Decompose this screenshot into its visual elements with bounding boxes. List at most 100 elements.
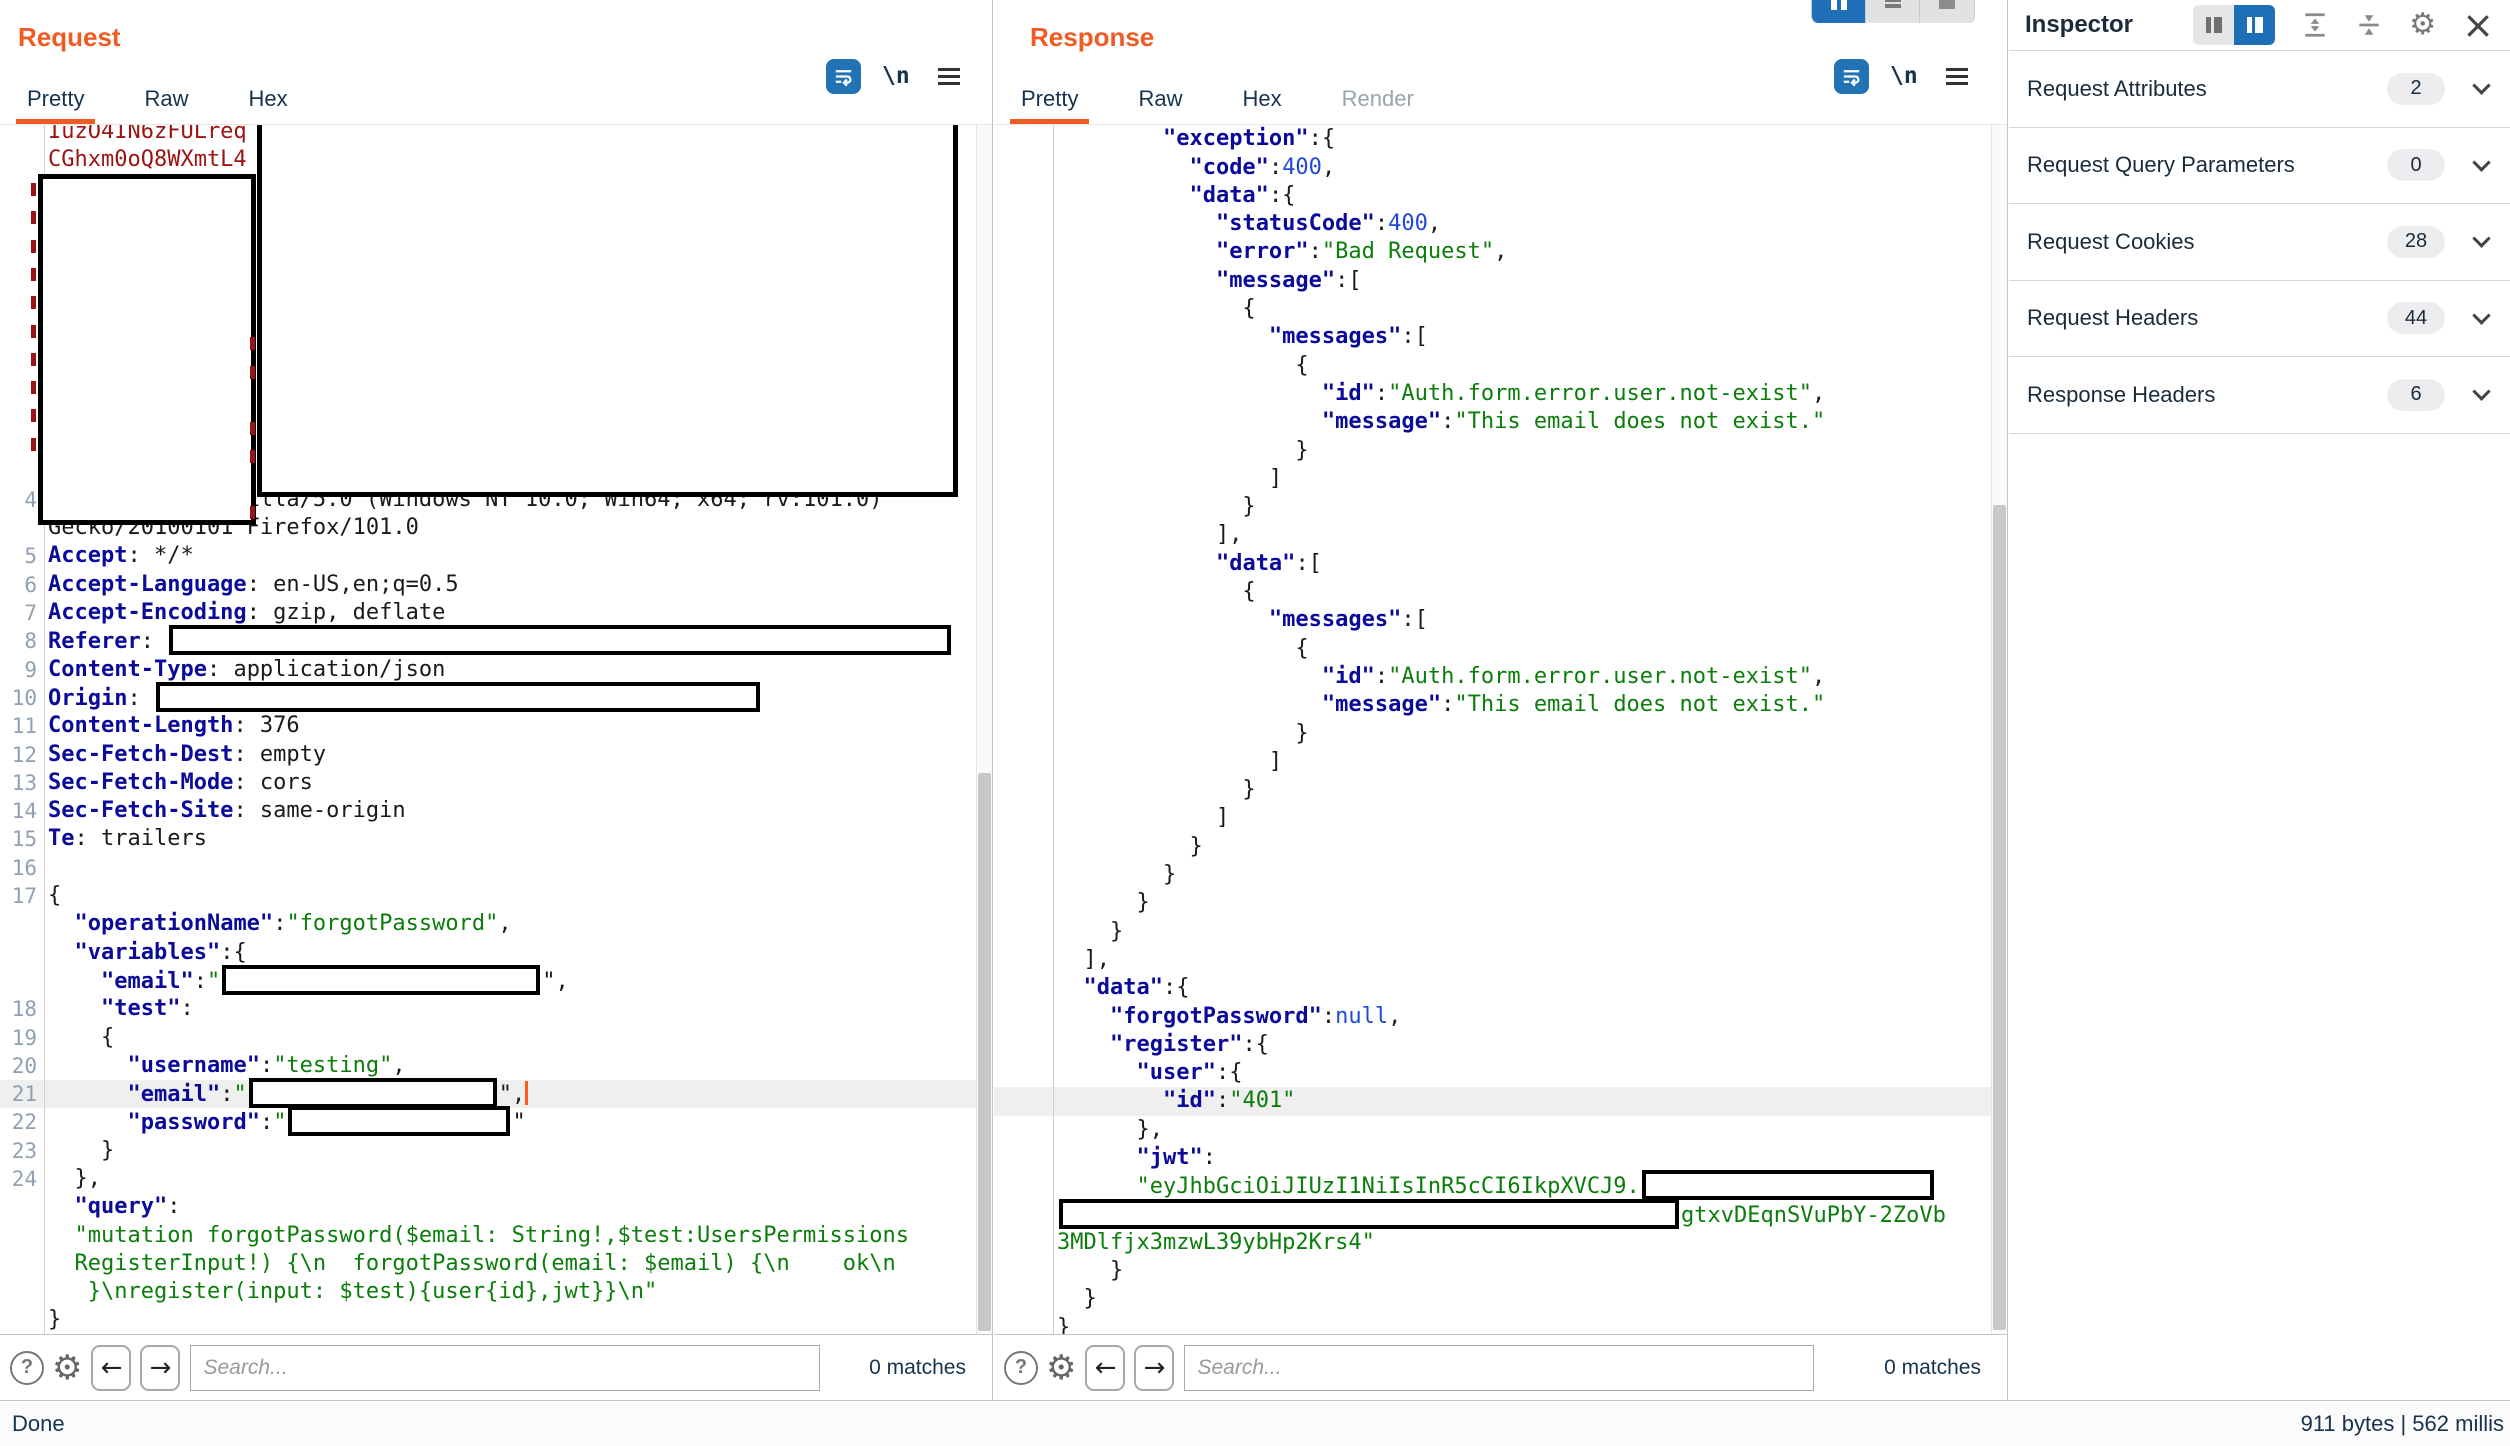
line-number: 9 xyxy=(0,656,44,684)
tab-raw[interactable]: Raw xyxy=(1127,86,1193,124)
response-viewer[interactable]: "code":"INTERNAL_SERVER_ERROR", "excepti… xyxy=(994,125,2007,1334)
code-line: "variables":{ xyxy=(0,939,976,967)
code-line: ], xyxy=(994,521,1991,549)
collapse-all-icon[interactable] xyxy=(2355,11,2383,39)
code-line: "message":"This email does not exist." xyxy=(994,691,1991,719)
line-number xyxy=(994,210,1053,238)
code-line: } xyxy=(0,1306,976,1334)
search-settings-gear-icon[interactable]: ⚙ xyxy=(1046,1351,1076,1385)
request-editor[interactable]: IuzO4IN6zFULreqCGhxm0oQ8WXmtL44User-Agen… xyxy=(0,125,992,1334)
line-number xyxy=(994,720,1053,748)
code-line: 12Sec-Fetch-Dest: empty xyxy=(0,741,976,769)
chevron-down-icon[interactable] xyxy=(2472,77,2490,95)
search-settings-gear-icon[interactable]: ⚙ xyxy=(52,1351,82,1385)
panel-menu-icon[interactable] xyxy=(1946,68,1968,85)
search-prev-button[interactable]: ← xyxy=(1085,1345,1125,1391)
line-number: 11 xyxy=(0,712,44,740)
response-search-bar: ? ⚙ ← → 0 matches xyxy=(994,1334,2007,1400)
tab-pretty[interactable]: Pretty xyxy=(1010,86,1089,124)
request-scrollbar-thumb[interactable] xyxy=(978,773,991,1331)
chevron-down-icon[interactable] xyxy=(2472,383,2490,401)
inspector-section-label: Request Headers xyxy=(2027,305,2387,331)
line-number xyxy=(994,946,1053,974)
inspector-section-label: Request Query Parameters xyxy=(2027,152,2387,178)
response-panel: Response PrettyRawHexRender \n "code":"I… xyxy=(994,0,2008,1400)
status-text: Done xyxy=(12,1411,65,1437)
line-number xyxy=(994,1059,1053,1087)
redaction-artifact xyxy=(31,296,36,309)
code-line: "messages":[ xyxy=(994,323,1991,351)
count-badge: 6 xyxy=(2387,379,2445,411)
line-number xyxy=(994,125,1053,153)
inspector-section-request-headers[interactable]: Request Headers44 xyxy=(2009,281,2510,358)
request-scrollbar[interactable] xyxy=(976,125,992,1334)
tab-hex[interactable]: Hex xyxy=(1231,86,1292,124)
redaction-artifact xyxy=(250,337,255,350)
layout-columns-button[interactable] xyxy=(1812,0,1866,23)
request-view-options: \n xyxy=(826,56,960,96)
layout-rows-button[interactable] xyxy=(1866,0,1920,23)
search-prev-button[interactable]: ← xyxy=(91,1345,131,1391)
expand-all-icon[interactable] xyxy=(2301,11,2329,39)
count-badge: 28 xyxy=(2387,226,2445,258)
inspector-section-label: Response Headers xyxy=(2027,382,2387,408)
inspector-section-response-headers[interactable]: Response Headers6 xyxy=(2009,357,2510,434)
code-line: "message":[ xyxy=(994,267,1991,295)
tab-raw[interactable]: Raw xyxy=(133,86,199,124)
inspector-section-request-query-parameters[interactable]: Request Query Parameters0 xyxy=(2009,128,2510,205)
show-newlines-toggle[interactable]: \n xyxy=(882,63,910,89)
code-line: }, xyxy=(994,1116,1991,1144)
word-wrap-toggle-icon[interactable] xyxy=(826,59,861,94)
chevron-down-icon[interactable] xyxy=(2472,153,2490,171)
redaction-artifact xyxy=(31,240,36,253)
code-line: } xyxy=(994,720,1991,748)
search-next-button[interactable]: → xyxy=(140,1345,180,1391)
code-line: "register":{ xyxy=(994,1031,1991,1059)
response-scrollbar[interactable] xyxy=(1991,125,2007,1334)
inspector-dock-left-button[interactable] xyxy=(2193,5,2234,45)
inspector-section-request-attributes[interactable]: Request Attributes2 xyxy=(2009,51,2510,128)
tab-pretty[interactable]: Pretty xyxy=(16,86,95,124)
line-number xyxy=(994,1087,1053,1115)
panel-menu-icon[interactable] xyxy=(938,68,960,85)
line-number: 10 xyxy=(0,684,44,712)
help-icon[interactable]: ? xyxy=(10,1351,44,1385)
code-line: ] xyxy=(994,804,1991,832)
tab-render[interactable]: Render xyxy=(1331,86,1425,124)
code-line: 8Referer: xyxy=(0,627,976,655)
redaction-box xyxy=(1642,1170,1934,1200)
line-number xyxy=(994,1144,1053,1172)
redaction-artifact xyxy=(250,366,255,379)
line-number xyxy=(994,804,1053,832)
redaction-box xyxy=(169,625,951,655)
search-next-button[interactable]: → xyxy=(1134,1345,1174,1391)
code-line: 6Accept-Language: en-US,en;q=0.5 xyxy=(0,571,976,599)
response-search-input[interactable] xyxy=(1184,1345,1814,1391)
code-line: 17{ xyxy=(0,882,976,910)
line-number xyxy=(994,267,1053,295)
tab-hex[interactable]: Hex xyxy=(237,86,298,124)
code-line: "messages":[ xyxy=(994,606,1991,634)
show-newlines-toggle[interactable]: \n xyxy=(1890,63,1918,89)
line-number xyxy=(994,889,1053,917)
word-wrap-toggle-icon[interactable] xyxy=(1834,59,1869,94)
inspector-section-request-cookies[interactable]: Request Cookies28 xyxy=(2009,204,2510,281)
line-number xyxy=(994,833,1053,861)
layout-single-button[interactable] xyxy=(1920,0,1974,23)
request-panel-title: Request xyxy=(18,22,121,53)
code-line: 15Te: trailers xyxy=(0,825,976,853)
code-line: 11Content-Length: 376 xyxy=(0,712,976,740)
request-search-input[interactable] xyxy=(190,1345,820,1391)
line-number: 20 xyxy=(0,1052,44,1080)
code-line: 19 { xyxy=(0,1024,976,1052)
response-search-matches: 0 matches xyxy=(1884,1356,1981,1380)
response-scrollbar-thumb[interactable] xyxy=(1993,505,2006,1330)
chevron-down-icon[interactable] xyxy=(2472,230,2490,248)
help-icon[interactable]: ? xyxy=(1004,1351,1038,1385)
line-number xyxy=(0,1306,44,1334)
inspector-close-icon[interactable]: × xyxy=(2462,6,2494,44)
count-badge: 2 xyxy=(2387,73,2445,105)
chevron-down-icon[interactable] xyxy=(2472,306,2490,324)
inspector-dock-right-button[interactable] xyxy=(2234,5,2275,45)
inspector-settings-gear-icon[interactable]: ⚙ xyxy=(2409,10,2436,40)
